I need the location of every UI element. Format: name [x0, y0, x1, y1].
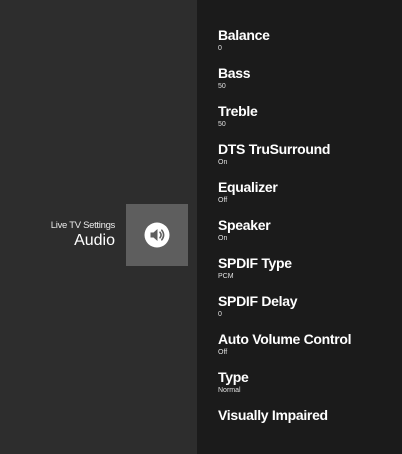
setting-label: Visually Impaired [218, 407, 328, 423]
setting-value: Off [218, 197, 228, 204]
setting-value: On [218, 235, 228, 242]
volume-icon [144, 222, 170, 248]
setting-value: 50 [218, 121, 226, 128]
breadcrumb: Live TV Settings Audio [50, 220, 116, 250]
setting-bass[interactable]: Bass 50 [218, 65, 351, 103]
setting-visually-impaired[interactable]: Visually Impaired [218, 407, 351, 445]
setting-speaker[interactable]: Speaker On [218, 217, 351, 255]
setting-value: 0 [218, 311, 222, 318]
setting-label: Treble [218, 103, 258, 119]
setting-value: PCM [218, 273, 234, 280]
settings-list: Balance 0 Bass 50 Treble 50 DTS TruSurro… [218, 27, 352, 445]
left-pane: Live TV Settings Audio [0, 0, 197, 454]
page-title: Audio [74, 232, 115, 249]
setting-type[interactable]: Type Normal [218, 369, 351, 407]
setting-label: DTS TruSurround [218, 141, 331, 157]
setting-label: Equalizer [218, 179, 278, 195]
setting-balance[interactable]: Balance 0 [218, 27, 351, 65]
breadcrumb-parent: Live TV Settings [50, 220, 116, 231]
setting-label: Speaker [218, 217, 271, 233]
settings-panel: Balance 0 Bass 50 Treble 50 DTS TruSurro… [197, 0, 402, 454]
setting-value: On [218, 159, 228, 166]
audio-tile [126, 204, 188, 266]
setting-value: Off [218, 349, 228, 356]
setting-equalizer[interactable]: Equalizer Off [218, 179, 351, 217]
setting-spdif-delay[interactable]: SPDIF Delay 0 [218, 293, 351, 331]
setting-value: 50 [218, 83, 226, 90]
setting-spdif-type[interactable]: SPDIF Type PCM [218, 255, 351, 293]
setting-label: Bass [218, 65, 251, 81]
setting-label: Balance [218, 27, 270, 43]
setting-treble[interactable]: Treble 50 [218, 103, 351, 141]
setting-label: Auto Volume Control [218, 331, 352, 347]
setting-label: SPDIF Type [218, 255, 292, 271]
setting-dts-trusurround[interactable]: DTS TruSurround On [218, 141, 351, 179]
setting-auto-volume-control[interactable]: Auto Volume Control Off [218, 331, 352, 369]
setting-value: 0 [218, 45, 222, 52]
setting-label: Type [218, 369, 249, 385]
setting-label: SPDIF Delay [218, 293, 298, 309]
setting-value: Normal [218, 387, 241, 394]
